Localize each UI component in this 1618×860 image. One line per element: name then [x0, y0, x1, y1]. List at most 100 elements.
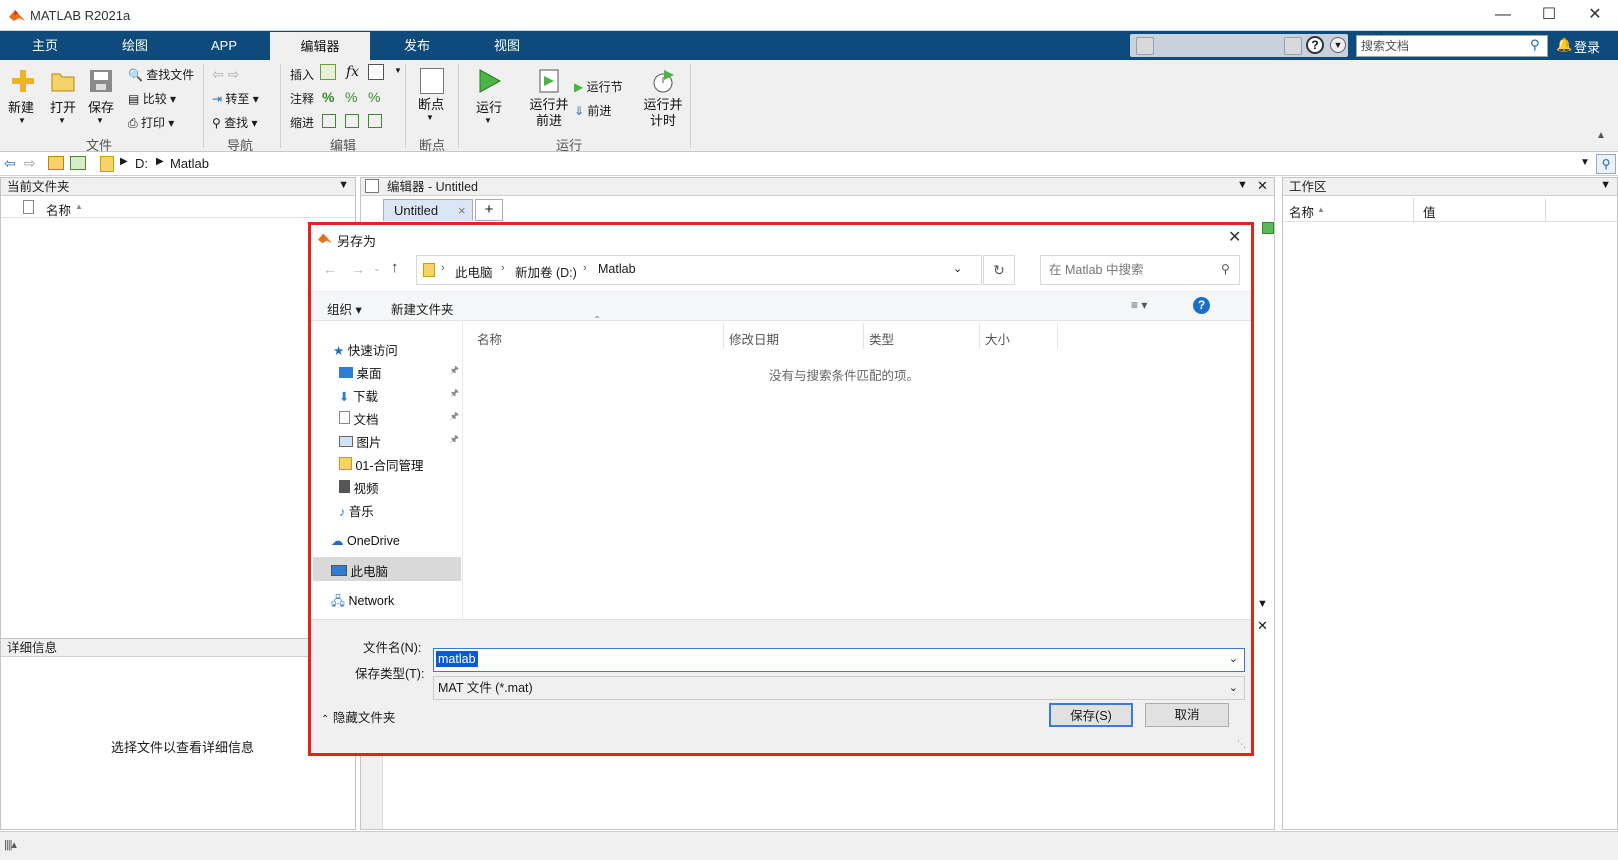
tab-home[interactable]: 主页: [8, 31, 82, 60]
back-icon[interactable]: ⇦: [4, 155, 16, 172]
tab-plots[interactable]: 绘图: [96, 31, 174, 60]
insert-section-icon[interactable]: [320, 64, 336, 80]
help-icon[interactable]: ?: [1306, 36, 1324, 54]
doc-search-input[interactable]: 搜索文档: [1356, 35, 1548, 57]
wrap-comment-icon[interactable]: %: [368, 89, 380, 105]
code-analyzer-icon[interactable]: [1262, 222, 1274, 234]
back-arrow-icon[interactable]: ⇦ ⇨: [212, 66, 239, 83]
save-button[interactable]: 保存(S): [1049, 703, 1133, 727]
column-name[interactable]: 名称: [477, 329, 502, 348]
undo-icon[interactable]: [1224, 37, 1242, 55]
cancel-button[interactable]: 取消: [1145, 703, 1229, 727]
close-window-button[interactable]: ✕: [1572, 0, 1618, 30]
nav-desktop[interactable]: 桌面 🖈: [339, 363, 459, 382]
dialog-search-input[interactable]: 在 Matlab 中搜索: [1040, 255, 1240, 285]
tab-editor[interactable]: 编辑器: [270, 32, 370, 60]
breadcrumb-drive[interactable]: 新加卷 (D:): [515, 262, 577, 281]
chevron-down-icon[interactable]: ⌄: [1229, 677, 1238, 699]
panel-menu-icon[interactable]: ▼: [1257, 598, 1268, 610]
login-link[interactable]: 登录: [1574, 37, 1600, 56]
increase-indent-icon[interactable]: [368, 114, 382, 128]
minimize-button[interactable]: —: [1480, 0, 1526, 30]
help-icon[interactable]: ?: [1193, 297, 1210, 314]
collapse-toolstrip-icon[interactable]: ▲: [1596, 130, 1606, 141]
chevron-down-icon[interactable]: ▼: [394, 66, 402, 75]
nav-downloads[interactable]: ⬇ 下载 🖈: [339, 386, 459, 405]
breakpoints-button[interactable]: 断点 ▼: [418, 68, 444, 122]
panel-menu-icon[interactable]: ▼: [338, 179, 349, 191]
browse-folder-icon[interactable]: [70, 156, 86, 170]
open-button[interactable]: 打开 ▼: [50, 68, 76, 125]
chevron-down-icon[interactable]: ⌄: [1229, 652, 1238, 665]
run-button[interactable]: 运行 ▼: [476, 68, 502, 125]
filename-input[interactable]: matlab ⌄: [433, 648, 1245, 672]
paste-icon[interactable]: [1202, 37, 1220, 55]
back-arrow-icon[interactable]: ←: [323, 261, 337, 277]
copy-icon[interactable]: [1180, 37, 1198, 55]
comment-icon[interactable]: %: [322, 89, 334, 105]
run-section-button[interactable]: ▶ 运行节: [574, 78, 623, 95]
print-button[interactable]: ⎙ 打印 ▾: [128, 114, 174, 131]
nav-music[interactable]: ♪ 音乐: [339, 501, 374, 520]
tab-publish[interactable]: 发布: [376, 31, 458, 60]
save-icon[interactable]: [1136, 37, 1154, 55]
close-tab-icon[interactable]: ×: [458, 203, 466, 218]
nav-pictures[interactable]: 图片 🖈: [339, 432, 459, 451]
close-icon[interactable]: ✕: [1228, 227, 1241, 247]
insert-function-icon[interactable]: [368, 64, 384, 80]
find-files-button[interactable]: 🔍 查找文件: [128, 66, 194, 83]
workspace-col-value[interactable]: 值: [1423, 202, 1436, 221]
breadcrumb-matlab[interactable]: Matlab: [598, 262, 636, 276]
search-icon[interactable]: ⚲: [1596, 154, 1616, 174]
find-button[interactable]: ⚲ 查找 ▾: [212, 114, 258, 131]
column-size[interactable]: 大小: [985, 329, 1010, 348]
chevron-down-icon[interactable]: ▼: [1580, 157, 1590, 168]
uncomment-icon[interactable]: %: [345, 89, 357, 105]
cut-icon[interactable]: [1158, 37, 1176, 55]
add-tab-button[interactable]: +: [475, 199, 503, 221]
refresh-button[interactable]: ↻: [983, 255, 1015, 285]
organize-button[interactable]: 组织 ▾: [327, 299, 362, 318]
view-options-icon[interactable]: ≡ ▾: [1131, 298, 1147, 312]
close-icon[interactable]: ✕: [1257, 618, 1268, 634]
compare-button[interactable]: ▤ 比较 ▾: [128, 90, 176, 107]
panel-menu-icon[interactable]: ▼: [1237, 179, 1248, 191]
goto-button[interactable]: ⇥ 转至 ▾: [212, 90, 259, 107]
up-arrow-icon[interactable]: ↑: [391, 259, 399, 276]
nav-videos[interactable]: 视频: [339, 478, 379, 497]
chevron-down-icon[interactable]: ⌄: [953, 262, 962, 275]
hide-folders-toggle[interactable]: ⌃ 隐藏文件夹: [321, 707, 395, 726]
recent-chevron-icon[interactable]: ⌄: [373, 263, 381, 274]
nav-documents[interactable]: 文档 🖈: [339, 409, 459, 428]
new-button[interactable]: 新建 ▼: [8, 68, 36, 125]
nav-this-pc[interactable]: 此电脑: [331, 561, 388, 580]
run-advance-button[interactable]: 运行并 前进: [526, 68, 572, 129]
redo-icon[interactable]: [1246, 37, 1264, 55]
chevron-down-icon[interactable]: ▼: [1330, 37, 1346, 53]
indent-button[interactable]: 缩进: [290, 114, 314, 131]
nav-quick-access[interactable]: ★ 快速访问: [333, 340, 398, 359]
column-type[interactable]: 类型: [869, 329, 894, 348]
decrease-indent-icon[interactable]: [345, 114, 359, 128]
up-folder-icon[interactable]: [48, 156, 64, 170]
dialog-address-bar[interactable]: › 此电脑 › 新加卷 (D:) › Matlab ⌄: [416, 255, 982, 285]
editor-tab-untitled[interactable]: Untitled ×: [383, 199, 473, 221]
panel-menu-icon[interactable]: ▼: [1600, 179, 1611, 191]
bell-icon[interactable]: 🔔: [1556, 37, 1572, 53]
new-folder-button[interactable]: 新建文件夹: [391, 299, 454, 318]
column-name[interactable]: 名称: [46, 200, 71, 219]
resize-grip-icon[interactable]: ⋱: [1237, 739, 1246, 750]
search-icon[interactable]: ⚲: [1221, 262, 1230, 276]
tab-view[interactable]: 视图: [462, 31, 552, 60]
breadcrumb-this-pc[interactable]: 此电脑: [455, 262, 493, 281]
nav-network[interactable]: 🖧 Network: [331, 592, 394, 613]
filetype-select[interactable]: MAT 文件 (*.mat) ⌄: [433, 676, 1245, 700]
insert-button[interactable]: 插入: [290, 66, 314, 83]
close-icon[interactable]: ✕: [1257, 178, 1268, 194]
run-and-time-button[interactable]: 运行并 计时: [640, 68, 686, 129]
save-button[interactable]: 保存 ▼: [88, 68, 114, 125]
search-icon[interactable]: ⚲: [1530, 37, 1540, 53]
status-grip-icon[interactable]: ||||▴: [4, 838, 17, 851]
switch-windows-icon[interactable]: [1284, 37, 1302, 55]
address-drive[interactable]: D:: [135, 156, 148, 171]
